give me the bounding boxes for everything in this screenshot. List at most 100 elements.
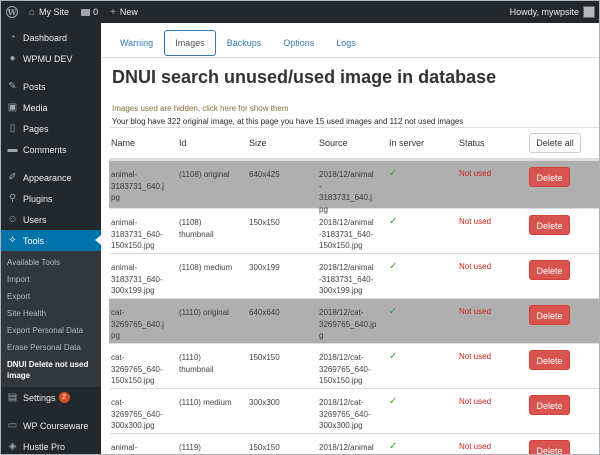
sidebar-item-wp-courseware[interactable]: ▭ WP Courseware [1,415,101,436]
tab-warning[interactable]: Warning [109,30,164,56]
row-actions: Delete [529,392,599,415]
sidebar-item-label: Appearance [23,172,72,183]
in-server-check-icon: ✓ [389,168,398,179]
sidebar-item-appearance[interactable]: ✐ Appearance [1,167,101,188]
sidebar-item-hustle-pro[interactable]: ◈ Hustle Pro [1,436,101,454]
dashboard-icon: ◔ [9,32,16,43]
header-in-server: In server [389,138,425,148]
users-icon: ☺ [7,214,18,225]
table-body: animal- 3183731_640.j pg (1108) original 6… [109,160,599,454]
media-icon: ▣ [7,102,18,113]
sidebar-item-media[interactable]: ▣ Media [1,97,101,118]
image-id: (1110) medium [179,398,232,407]
home-icon: ⌂ [29,6,36,18]
delete-button[interactable]: Delete [529,215,570,235]
screenshot-frame: W ⌂ My Site 0 + New Howdy, mywpsite ◔ Da… [0,0,600,455]
sidebar-item-label: Dashboard [23,32,68,43]
sidebar-item-plugins[interactable]: ⚲ Plugins [1,188,101,209]
table-header: Name Id Size Source In server Status Del… [109,127,599,160]
delete-button[interactable]: Delete [529,440,570,454]
status-label: Not used [459,169,492,178]
sidebar-item-users[interactable]: ☺ Users [1,209,101,230]
image-size: 640x425 [249,170,280,179]
hustle-icon: ◈ [8,441,17,452]
table-row: cat- 3269765_640.j pg (1110) original 640x… [109,298,599,343]
row-actions: Delete [529,302,599,325]
image-source: 2018/12/animal -3183731_640- 300x199.jpg [319,263,374,295]
submenu-site-health[interactable]: Site Health [1,305,101,322]
images-table: Name Id Size Source In server Status Del… [109,127,599,454]
image-source: 2018/12/animal - 3183731_640.j pg [319,170,374,214]
image-size: 300x300 [249,398,280,407]
plugin-icon: ⚲ [8,193,17,204]
sidebar-item-label: Comments [23,144,67,155]
tab-options[interactable]: Options [272,30,325,56]
admin-bar: W ⌂ My Site 0 + New Howdy, mywpsite [1,1,599,23]
sidebar-item-comments[interactable]: ▬ Comments [1,139,101,160]
row-actions: Delete [529,257,599,280]
sidebar-item-label: WPMU DEV [23,53,73,64]
image-size: 640x640 [249,308,280,317]
delete-all-button[interactable]: Delete all [529,133,581,153]
submenu-erase-personal-data[interactable]: Erase Personal Data [1,339,101,356]
main-content: Warning Images Backups Options Logs DNUI… [101,23,599,454]
sidebar-item-tools[interactable]: ✧ Tools [1,230,101,251]
delete-button[interactable]: Delete [529,305,570,325]
row-actions: Delete [529,212,599,235]
comment-icon: ▬ [7,144,18,155]
pin-icon: ✎ [8,81,17,92]
comment-bubble-icon [81,8,91,16]
header-size: Size [249,138,267,148]
delete-button[interactable]: Delete [529,167,570,187]
sidebar-item-settings[interactable]: ▤ Settings 2 [1,387,101,408]
image-size: 150x150 [249,443,280,452]
submenu-export[interactable]: Export [1,288,101,305]
show-hidden-images-link[interactable]: Images used are hidden, click here for s… [112,104,289,113]
table-row: animal- 3183731_640- 150x150.jpg (1108) t… [109,208,599,253]
my-account[interactable]: Howdy, mywpsite [509,6,599,18]
image-source: 2018/12/animal -3183731_640- 150x150.jpg [319,218,374,250]
site-name-link[interactable]: ⌂ My Site [23,1,75,23]
greeting: Howdy, mywpsite [509,7,579,17]
sidebar-item-dashboard[interactable]: ◔ Dashboard [1,27,101,48]
sidebar-item-posts[interactable]: ✎ Posts [1,76,101,97]
tab-logs[interactable]: Logs [325,30,367,56]
table-row: animal- (1119) 150x150 2018/12/animal ✓ Not u… [109,433,599,454]
image-source: 2018/12/cat- 3269765_640- 150x150.jpg [319,353,371,385]
delete-button[interactable]: Delete [529,395,570,415]
image-name: cat- 3269765_640- 150x150.jpg [111,353,163,385]
in-server-check-icon: ✓ [389,306,398,317]
page-title: DNUI search unused/used image in databas… [112,67,497,87]
table-row: animal- 3183731_640.j pg (1108) original 6… [109,160,599,214]
sidebar-item-label: WP Courseware [23,420,89,431]
delete-button[interactable]: Delete [529,350,570,370]
submenu-available-tools[interactable]: Available Tools [1,254,101,271]
pages-icon: ▯ [9,123,16,134]
tab-bar: Warning Images Backups Options Logs [109,30,367,56]
sidebar-item-label: Tools [23,235,45,246]
submenu-export-personal-data[interactable]: Export Personal Data [1,322,101,339]
new-content-link[interactable]: + New [104,1,144,23]
comments-link[interactable]: 0 [75,1,104,23]
delete-button[interactable]: Delete [529,260,570,280]
status-label: Not used [459,442,492,451]
status-label: Not used [459,307,492,316]
image-id: (1110) original [179,308,229,317]
brush-icon: ✐ [8,172,17,183]
submenu-dnui[interactable]: DNUI Delete not used image [1,356,101,384]
submenu-import[interactable]: Import [1,271,101,288]
status-label: Not used [459,352,492,361]
comments-count: 0 [93,7,99,17]
row-actions: Delete [529,347,599,370]
image-source: 2018/12/cat- 3269765_640- 300x300.jpg [319,398,371,430]
sidebar-item-label: Media [23,102,48,113]
sidebar-item-pages[interactable]: ▯ Pages [1,118,101,139]
status-label: Not used [459,397,492,406]
wpmudev-icon: ● [9,53,16,64]
sidebar-item-wpmudev[interactable]: ● WPMU DEV [1,48,101,69]
tab-backups[interactable]: Backups [216,30,273,56]
admin-sidebar: ◔ Dashboard ● WPMU DEV ✎ Posts ▣ Media ▯… [1,23,101,454]
image-size: 150x150 [249,218,280,227]
wp-logo-button[interactable]: W [1,1,23,23]
tab-images[interactable]: Images [164,30,216,56]
